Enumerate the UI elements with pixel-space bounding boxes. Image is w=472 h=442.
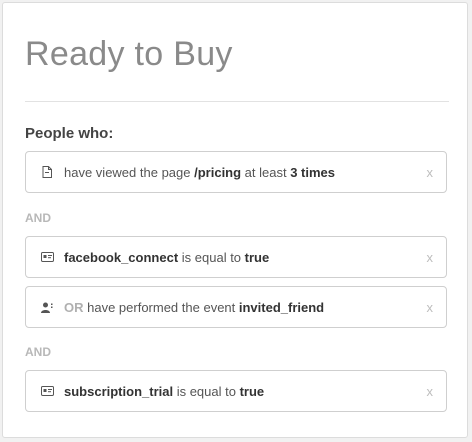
rule-viewed-page[interactable]: have viewed the page /pricing at least 3… [25,151,447,193]
rule-text-part: have viewed the page [64,164,195,180]
remove-rule-button[interactable]: x [427,300,434,315]
property-value: true [244,249,270,265]
rule-text: subscription_trial is equal to true [64,384,427,399]
page-path: /pricing [194,164,242,180]
page-title: Ready to Buy [25,35,233,73]
property-card-icon [40,250,54,264]
and-separator: AND [25,211,51,225]
or-label: OR [64,299,84,315]
view-count: 3 times [290,164,336,180]
rule-subscription-trial[interactable]: subscription_trial is equal to true x [25,370,447,412]
rule-invited-friend[interactable]: OR have performed the event invited_frie… [25,286,447,328]
people-who-label: People who: [25,125,114,142]
rule-text-part: have performed the event [83,299,239,315]
rule-text: OR have performed the event invited_frie… [64,300,427,315]
rule-text: have viewed the page /pricing at least 3… [64,165,427,180]
user-event-icon [40,300,54,314]
rule-text-part: at least [241,164,291,180]
property-name: subscription_trial [64,383,174,399]
segment-card: Ready to Buy People who: have viewed the… [2,2,468,438]
rule-facebook-connect[interactable]: facebook_connect is equal to true x [25,236,447,278]
page-icon [40,165,54,179]
rule-text-part: is equal to [178,249,245,265]
remove-rule-button[interactable]: x [427,250,434,265]
remove-rule-button[interactable]: x [427,384,434,399]
event-name: invited_friend [238,299,325,315]
property-value: true [239,383,265,399]
rule-text-part: is equal to [173,383,240,399]
and-separator: AND [25,345,51,359]
rule-text: facebook_connect is equal to true [64,250,427,265]
property-card-icon [40,384,54,398]
remove-rule-button[interactable]: x [427,165,434,180]
title-divider [25,101,449,102]
property-name: facebook_connect [64,249,179,265]
